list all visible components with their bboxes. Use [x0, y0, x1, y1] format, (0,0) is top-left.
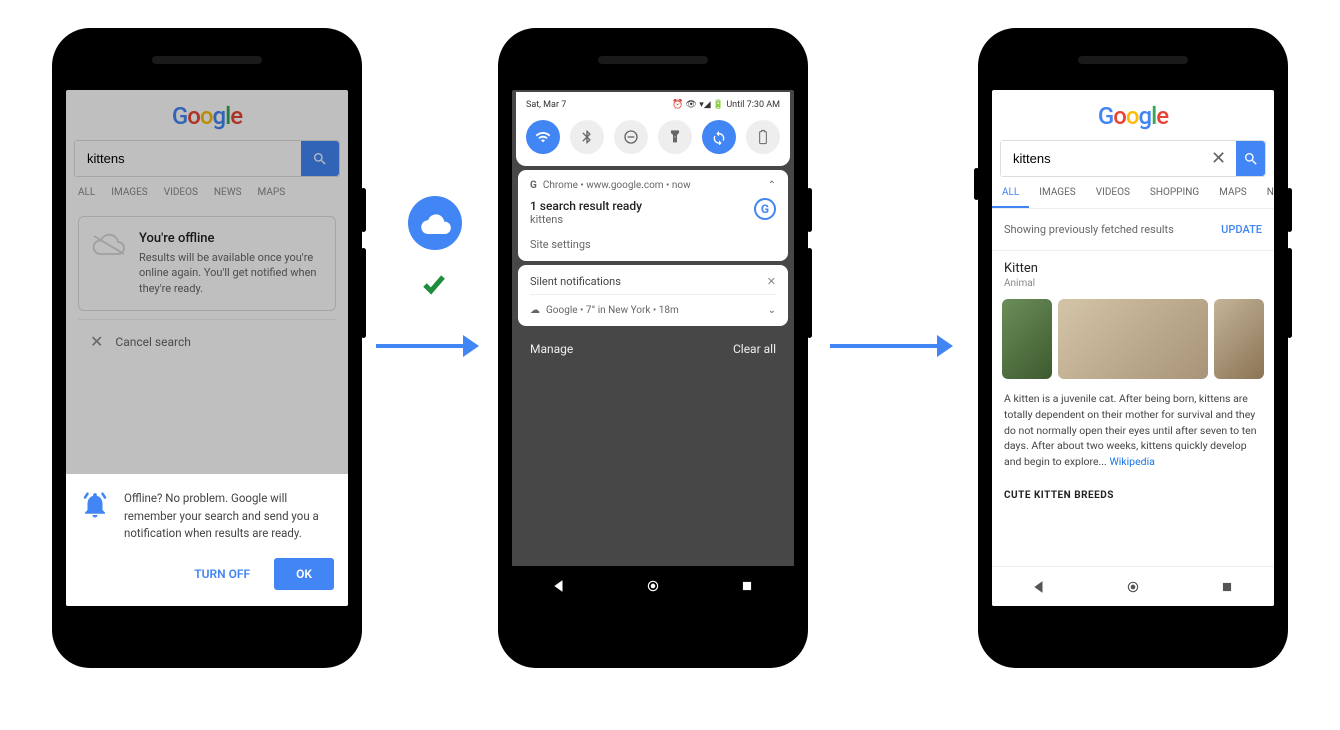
battery-toggle[interactable] — [746, 120, 780, 154]
power-button — [1287, 188, 1292, 232]
status-date: Sat, Mar 7 — [526, 100, 566, 110]
ok-button[interactable]: OK — [274, 558, 334, 590]
cached-text: Showing previously fetched results — [1004, 223, 1174, 236]
image-carousel[interactable] — [992, 299, 1274, 379]
checkmark-icon — [420, 272, 448, 300]
site-settings-action[interactable]: Site settings — [530, 238, 776, 251]
flashlight-icon — [667, 129, 683, 145]
knowledge-description: A kitten is a juvenile cat. After being … — [992, 379, 1274, 482]
clear-icon[interactable]: ✕ — [1201, 148, 1236, 169]
image-thumb[interactable] — [1214, 299, 1264, 379]
cloud-icon — [418, 212, 452, 234]
power-button — [807, 188, 812, 232]
update-button[interactable]: UPDATE — [1221, 223, 1262, 236]
tab-images[interactable]: IMAGES — [1029, 177, 1085, 208]
screen: Sat, Mar 7 ⏰ 👁 ▾◢ 🔋 Until 7:30 AM G Chro… — [512, 90, 794, 606]
expand-icon[interactable]: ⌄ — [768, 305, 776, 316]
tab-news[interactable]: NEW — [1257, 177, 1274, 208]
recents-icon[interactable] — [1220, 580, 1234, 594]
volume-button — [1287, 248, 1292, 338]
volume-button — [361, 248, 366, 338]
back-icon[interactable] — [552, 579, 566, 593]
bell-icon — [80, 490, 110, 520]
sheet-message: Offline? No problem. Google will remembe… — [124, 490, 334, 542]
status-right: ⏰ 👁 ▾◢ 🔋 Until 7:30 AM — [672, 100, 780, 110]
dismiss-icon[interactable]: ✕ — [767, 275, 776, 288]
notification-prompt-sheet: Offline? No problem. Google will remembe… — [66, 474, 348, 606]
arrow-1 — [376, 344, 476, 348]
home-icon[interactable] — [1126, 580, 1140, 594]
notif-title: 1 search result ready — [530, 199, 642, 213]
notification-footer: Manage Clear all — [512, 330, 794, 368]
silent-header: Silent notifications — [530, 275, 621, 288]
side-button — [974, 168, 979, 200]
knowledge-subtitle: Animal — [992, 278, 1274, 299]
image-thumb[interactable] — [1002, 299, 1052, 379]
cloud-online-badge — [408, 196, 462, 250]
tab-videos[interactable]: VIDEOS — [1086, 177, 1140, 208]
bluetooth-toggle[interactable] — [570, 120, 604, 154]
rotation-icon — [711, 129, 727, 145]
search-icon — [1243, 151, 1259, 167]
tab-maps[interactable]: MAPS — [1209, 177, 1257, 208]
phone-offline-search: Google ALL IMAGES VIDEOS NEWS MAPS You'r… — [52, 28, 362, 668]
manage-button[interactable]: Manage — [530, 342, 573, 356]
phone-notification-shade: Sat, Mar 7 ⏰ 👁 ▾◢ 🔋 Until 7:30 AM G Chro… — [498, 28, 808, 668]
flashlight-toggle[interactable] — [658, 120, 692, 154]
search-tabs: ALL IMAGES VIDEOS SHOPPING MAPS NEW — [992, 177, 1274, 209]
screen: Google ✕ ALL IMAGES VIDEOS SHOPPING MAPS… — [992, 90, 1274, 606]
cloud-icon: ☁ — [530, 305, 540, 316]
wifi-icon — [535, 129, 551, 145]
clear-all-button[interactable]: Clear all — [733, 342, 776, 356]
notification-silent-group: Silent notifications ✕ ☁ Google • 7° in … — [518, 265, 788, 326]
tab-all[interactable]: ALL — [992, 177, 1029, 208]
wifi-toggle[interactable] — [526, 120, 560, 154]
dnd-toggle[interactable] — [614, 120, 648, 154]
cached-results-banner: Showing previously fetched results UPDAT… — [992, 209, 1274, 251]
quick-settings-panel: Sat, Mar 7 ⏰ 👁 ▾◢ 🔋 Until 7:30 AM — [516, 92, 790, 166]
android-navbar — [992, 566, 1274, 606]
google-badge-icon: G — [754, 198, 776, 220]
notif-subtitle: kittens — [530, 213, 642, 226]
notif-source: Chrome • www.google.com • now — [543, 180, 691, 191]
tab-shopping[interactable]: SHOPPING — [1140, 177, 1209, 208]
notification-weather[interactable]: ☁ Google • 7° in New York • 18m ⌄ — [530, 294, 776, 316]
search-button[interactable] — [1236, 141, 1265, 176]
notification-chrome[interactable]: G Chrome • www.google.com • now ⌃ 1 sear… — [518, 170, 788, 261]
rotation-toggle[interactable] — [702, 120, 736, 154]
section-heading: CUTE KITTEN BREEDS — [992, 482, 1274, 509]
arrow-2 — [830, 344, 950, 348]
search-input[interactable] — [1001, 141, 1201, 176]
weather-text: Google • 7° in New York • 18m — [546, 305, 679, 316]
recents-icon[interactable] — [740, 579, 754, 593]
power-button — [361, 188, 366, 232]
dnd-icon — [623, 129, 639, 145]
google-logo: Google — [992, 90, 1274, 140]
screen: Google ALL IMAGES VIDEOS NEWS MAPS You'r… — [66, 90, 348, 606]
chrome-icon: G — [530, 180, 537, 191]
bluetooth-icon — [579, 129, 595, 145]
phone-search-results: Google ✕ ALL IMAGES VIDEOS SHOPPING MAPS… — [978, 28, 1288, 668]
home-icon[interactable] — [646, 579, 660, 593]
knowledge-title: Kitten — [992, 251, 1274, 278]
volume-button — [807, 248, 812, 338]
turn-off-button[interactable]: TURN OFF — [182, 559, 262, 589]
back-icon[interactable] — [1032, 580, 1046, 594]
battery-icon — [755, 129, 771, 145]
collapse-icon[interactable]: ⌃ — [768, 180, 776, 191]
search-bar: ✕ — [1000, 140, 1266, 177]
android-navbar — [512, 566, 794, 606]
image-thumb[interactable] — [1058, 299, 1208, 379]
wikipedia-link[interactable]: Wikipedia — [1109, 455, 1154, 468]
